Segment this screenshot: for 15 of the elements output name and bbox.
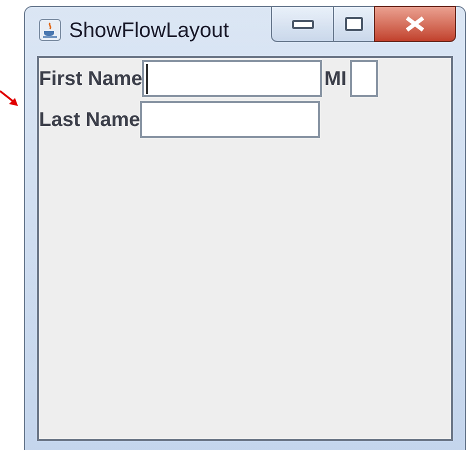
field-label: MI — [324, 68, 347, 88]
field-label: First Name — [39, 68, 142, 88]
minimize-button[interactable] — [271, 6, 334, 42]
minimize-icon — [292, 20, 314, 28]
maximize-button[interactable] — [334, 6, 374, 42]
window-title: ShowFlowLayout — [69, 20, 229, 40]
close-button[interactable] — [374, 6, 456, 42]
field-label: Last Name — [39, 110, 140, 130]
maximize-icon — [345, 17, 363, 31]
close-icon — [404, 16, 426, 32]
text-field[interactable] — [142, 60, 322, 97]
text-field[interactable] — [350, 60, 378, 97]
arrow-icon — [0, 90, 19, 107]
text-field[interactable] — [140, 101, 320, 138]
coffee-cup-icon — [39, 19, 61, 41]
